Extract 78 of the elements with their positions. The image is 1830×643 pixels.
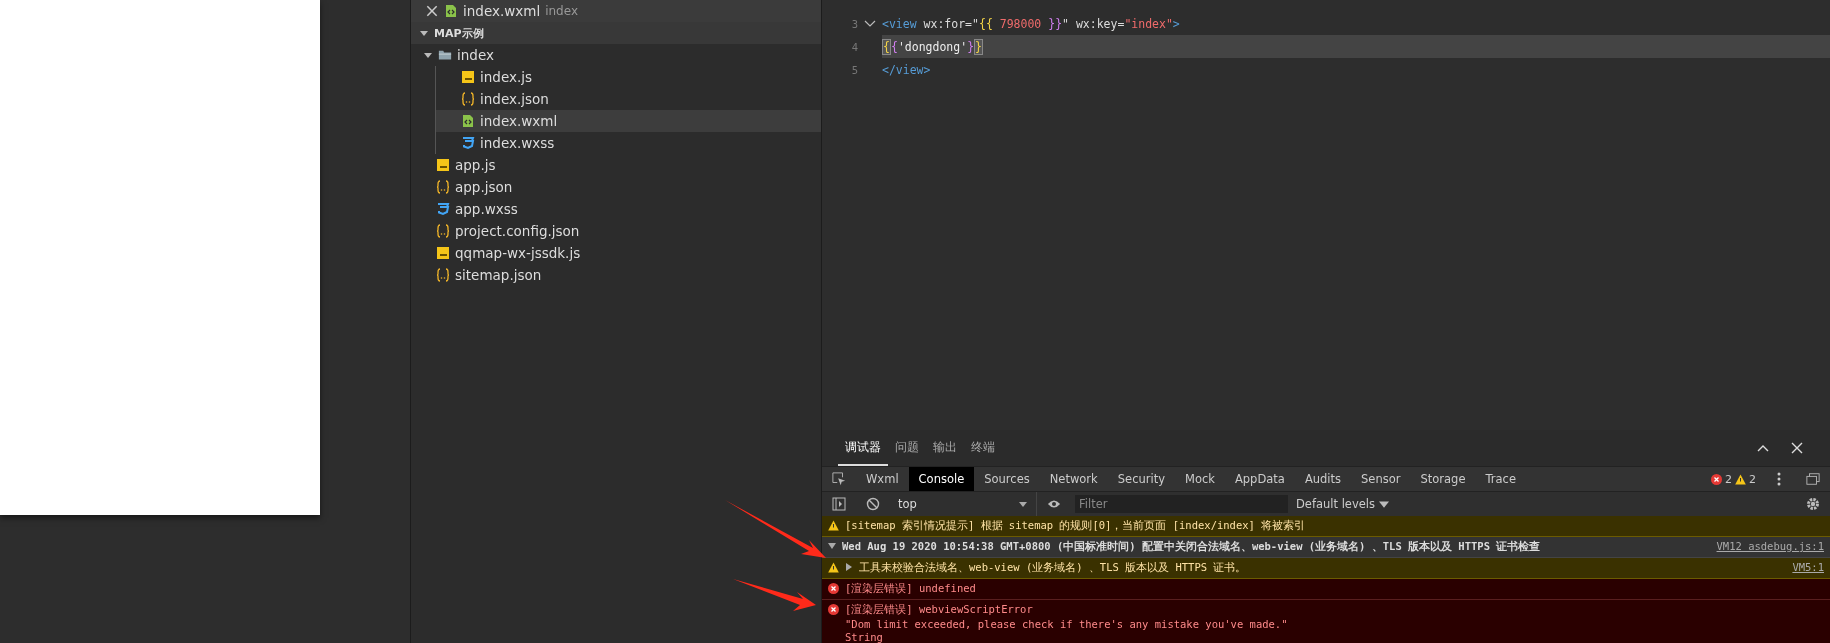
source-link[interactable]: VM12 asdebug.js:1: [1716, 540, 1824, 552]
line-number: 3: [850, 17, 858, 30]
error-count: 2: [1725, 472, 1732, 486]
warning-icon: [828, 520, 839, 531]
panel-tab[interactable]: 输出: [926, 430, 964, 466]
settings-icon[interactable]: [1806, 497, 1820, 511]
code-file-icon: [444, 4, 458, 18]
disclosure-icon[interactable]: [845, 563, 853, 571]
tree-item[interactable]: index: [411, 44, 821, 66]
line-number: 5: [850, 63, 858, 76]
disclosure-icon[interactable]: [828, 542, 836, 550]
tree-item[interactable]: app.js: [411, 154, 821, 176]
filter-field[interactable]: Filter: [1075, 495, 1288, 513]
caret-icon: [1379, 499, 1389, 509]
message-text: [渲染层错误] undefined: [845, 582, 977, 596]
message-text: 工具未校验合法域名、web-view (业务域名) 、TLS 版本以及 HTTPS 证书。: [859, 561, 1248, 575]
devtools-tab[interactable]: Sources: [974, 467, 1040, 491]
css-file-icon: [461, 136, 475, 150]
js-file-icon: [461, 70, 475, 84]
error-icon: [1711, 474, 1722, 485]
message-text: [渲染层错误] webviewScriptError: [845, 603, 1034, 617]
js-file-icon: [436, 158, 450, 172]
devtools-tab[interactable]: Mock: [1175, 467, 1225, 491]
close-icon[interactable]: [1790, 441, 1804, 455]
braces-icon: [436, 268, 450, 282]
tree-item[interactable]: sitemap.json: [411, 264, 821, 286]
tree-item[interactable]: index.wxml: [436, 110, 821, 132]
close-icon[interactable]: [425, 4, 439, 18]
tree-item[interactable]: app.wxss: [411, 198, 821, 220]
devtools-tab[interactable]: Security: [1107, 467, 1175, 491]
devtools-tab[interactable]: Network: [1039, 467, 1108, 491]
devtools-tab[interactable]: Sensor: [1351, 467, 1411, 491]
warning-icon: [828, 562, 839, 573]
braces-icon: [461, 92, 475, 106]
tree-item[interactable]: index.json: [436, 88, 821, 110]
message-text: Wed Aug 19 2020 10:54:38 GMT+0800 (中国标准时间) 配置中关闭合法域名、web-view (业务域名) 、TLS 版本以及 HTTPS 证书检查: [842, 540, 1542, 554]
message-text: "Dom limit exceeded, please check if there's any mistake you've made.": [845, 618, 1289, 630]
tree-item[interactable]: qqmap-wx-jssdk.js: [411, 242, 821, 264]
devtools-tab[interactable]: Console: [908, 467, 975, 491]
css-file-icon: [436, 202, 450, 216]
folder-icon: [438, 48, 452, 62]
devtools-tab[interactable]: Storage: [1410, 467, 1476, 491]
fold-caret-icon[interactable]: [864, 18, 876, 29]
braces-icon: [436, 224, 450, 238]
devtools-tab[interactable]: AppData: [1224, 467, 1295, 491]
code-line: <view wx:for="{{ 798000 }}" wx:key="index">: [882, 15, 1181, 33]
devtools-tab[interactable]: Trace: [1475, 467, 1526, 491]
project-title[interactable]: MAP示例: [434, 25, 484, 41]
code-line: </view>: [882, 61, 932, 79]
line-number: 4: [850, 40, 858, 53]
folder-hint: index: [545, 4, 578, 18]
panel-tab[interactable]: 问题: [888, 430, 926, 466]
devtools-tab[interactable]: Wxml: [856, 467, 909, 491]
tree-item[interactable]: index.js: [436, 66, 821, 88]
source-link[interactable]: VM5:1: [1792, 561, 1824, 573]
clear-icon[interactable]: [866, 497, 880, 511]
caret-icon: [1018, 499, 1028, 509]
error-icon: [828, 604, 839, 615]
sidebar-toggle-icon[interactable]: [832, 497, 846, 511]
error-icon: [828, 583, 839, 594]
levels-dropdown[interactable]: Default levels: [1296, 497, 1389, 511]
js-file-icon: [436, 246, 450, 260]
caret-icon[interactable]: [419, 28, 429, 38]
devtools-tab[interactable]: Audits: [1294, 467, 1352, 491]
tree-item[interactable]: project.config.json: [411, 220, 821, 242]
braces-icon: [436, 180, 450, 194]
file-name[interactable]: index.wxml: [463, 3, 541, 19]
dock-icon[interactable]: [1806, 472, 1820, 486]
inspect-icon[interactable]: [832, 472, 846, 486]
message-text: String: [845, 631, 884, 643]
warning-icon: [1735, 474, 1746, 485]
caret-icon[interactable]: [423, 50, 433, 60]
tree-item[interactable]: index.wxss: [436, 132, 821, 154]
panel-tab[interactable]: 终端: [964, 430, 1002, 466]
tree-item[interactable]: app.json: [411, 176, 821, 198]
message-text: [sitemap 索引情况提示] 根据 sitemap 的规则[0]，当前页面 [index/index] 将被索引: [845, 519, 1307, 533]
code-file-icon: [461, 114, 475, 128]
warning-count: 2: [1749, 472, 1756, 486]
